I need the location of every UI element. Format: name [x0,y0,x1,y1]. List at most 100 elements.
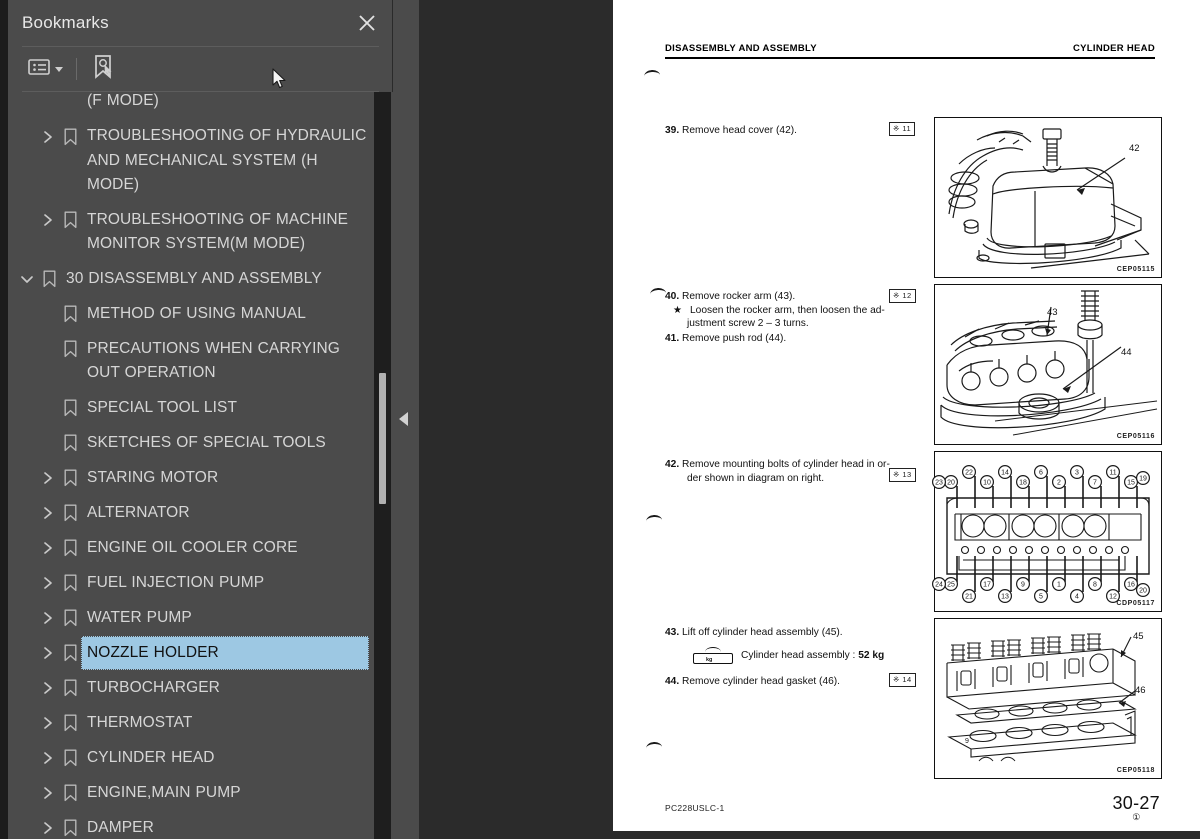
figure-head-cover-drawing [948,128,1150,269]
bookmark-icon [59,297,81,332]
scan-artifact-mark [645,514,663,523]
chevron-right-icon[interactable] [37,811,59,839]
chevron-right-icon[interactable] [37,601,59,636]
bookmark-item-label: CYLINDER HEAD [87,748,215,766]
bookmark-item[interactable]: NOZZLE HOLDER [8,635,375,671]
bookmark-item[interactable]: ENGINE,MAIN PUMP [8,776,375,811]
step-number: 40. [665,291,680,302]
step-number: 43. [665,627,680,638]
bookmark-icon [59,203,81,238]
bookmarks-scrollbar-thumb[interactable] [379,373,386,504]
step-number: 41. [665,332,680,344]
bookmark-item-label: NOZZLE HOLDER [81,635,369,670]
figure-label-45: 45 [1133,631,1144,642]
svg-text:9: 9 [965,738,969,745]
bookmark-item[interactable]: ALTERNATOR [8,496,375,531]
bookmark-item[interactable]: WATER PUMP [8,601,375,636]
chevron-right-icon[interactable] [37,566,59,601]
bookmark-item[interactable]: CYLINDER HEAD [8,741,375,776]
bookmark-icon [59,671,81,706]
bookmark-item-label: FUEL INJECTION PUMP [87,573,265,591]
bookmark-item[interactable]: STARING MOTOR [8,461,375,496]
figure-label-44: 44 [1121,347,1132,358]
weight-value: 52 kg [858,649,885,661]
chevron-right-icon[interactable] [37,671,59,706]
figure-caption: CEP05118 [1116,767,1155,774]
new-bookmark-button[interactable] [88,54,120,84]
bolt-order-number: 11 [1109,470,1116,477]
bookmark-item[interactable]: METHOD OF USING MANUAL [8,297,375,332]
bookmark-icon [59,601,81,636]
bookmark-item-label: 30 DISASSEMBLY AND ASSEMBLY [66,269,322,287]
bolt-order-number: 9 [1021,582,1025,589]
figure-label-43: 43 [1047,307,1058,318]
bookmark-item-label: DAMPER [87,818,154,836]
step-number: 42. [665,459,680,470]
bookmarks-scrollbar[interactable] [374,92,391,839]
bolt-order-number: 8 [1093,582,1097,589]
header-section-title: DISASSEMBLY AND ASSEMBLY [665,43,817,54]
weight-callout: kg Cylinder head assembly : 52 kg [665,646,945,664]
bolt-order-number: 1 [1057,582,1061,589]
bookmark-item-label: TROUBLESHOOTING OF HYDRAULIC AND MECHANI… [87,127,367,193]
bookmark-item[interactable]: FUEL INJECTION PUMP [8,566,375,601]
panel-title: Bookmarks [22,13,109,32]
step-text: Remove rocker arm (43). [682,291,796,302]
close-icon[interactable] [353,9,381,37]
bookmark-item[interactable]: TROUBLESHOOTING OF MACHINE MONITOR SYSTE… [8,203,375,262]
chevron-right-icon[interactable] [37,776,59,811]
bookmark-item[interactable]: SPECIAL TOOL LIST [8,391,375,426]
figure-bolt-order-drawing: 2022101418623711151923 25211713951481216… [931,465,1151,604]
chevron-right-icon[interactable] [37,531,59,566]
bolt-order-number: 16 [1127,582,1135,589]
step-text: Remove cylinder head gasket (46). [682,675,841,687]
chevron-right-icon[interactable] [37,706,59,741]
bolt-order-number: 5 [1039,594,1043,601]
bookmark-item[interactable]: TURBOCHARGER [8,671,375,706]
note-text-line2: justment screw 2 – 3 turns. [687,318,809,329]
bookmark-icon [59,811,81,839]
page-bottom-shadow [613,831,1200,839]
lifting-weight-icon: kg [693,646,733,664]
collapse-panel-arrow-icon[interactable] [399,412,408,426]
bookmark-item[interactable]: TROUBLESHOOTING OF HYDRAULIC AND MECHANI… [8,119,375,203]
step-text: Remove push rod (44). [682,332,787,344]
pdf-viewer-window: Bookmarks (F MODE) TROUBLESHOOTING OF HY… [0,0,1200,839]
chevron-down-icon[interactable] [16,262,38,297]
chevron-right-icon[interactable] [37,741,59,776]
bookmark-item[interactable]: 30 DISASSEMBLY AND ASSEMBLY [8,262,375,297]
bookmark-icon [59,776,81,811]
bookmark-item[interactable]: PRECAUTIONS WHEN CARRYING OUT OPERATION [8,332,375,391]
chevron-right-icon[interactable] [37,461,59,496]
chevron-right-icon[interactable] [37,203,59,238]
bolt-order-number: 3 [1075,470,1079,477]
bookmark-item-label: PRECAUTIONS WHEN CARRYING OUT OPERATION [87,339,340,382]
document-view[interactable]: DISASSEMBLY AND ASSEMBLY CYLINDER HEAD 3… [613,0,1200,839]
bookmark-item[interactable]: ENGINE OIL COOLER CORE [8,531,375,566]
figure-head-assembly: 9 45 46 CEP05118 [934,618,1162,779]
step-40-reference: ※ 12 [889,289,916,303]
bookmark-item-label: ENGINE OIL COOLER CORE [87,538,298,556]
bookmark-item[interactable]: THERMOSTAT [8,706,375,741]
chevron-right-icon[interactable] [37,119,59,154]
bookmark-item[interactable]: SKETCHES OF SPECIAL TOOLS [8,426,375,461]
bookmark-item[interactable]: DAMPER [8,811,375,839]
bookmarks-tree[interactable]: (F MODE) TROUBLESHOOTING OF HYDRAULIC AND… [8,92,375,839]
chevron-right-icon[interactable] [37,496,59,531]
figure-head-cover: 42 CEP05115 [934,117,1162,278]
panel-gutter [393,0,613,839]
note-bullet-icon: ★ [673,304,683,316]
bolt-order-number: 18 [1019,480,1027,487]
bolt-order-number: 14 [1001,470,1009,477]
bookmark-options-button[interactable] [24,54,67,84]
note-text-line1: Loosen the rocker arm, then loosen the a… [689,304,885,316]
bookmark-item-label: METHOD OF USING MANUAL [87,304,306,322]
bolt-order-number: 23 [935,480,943,487]
chevron-right-icon[interactable] [37,636,59,671]
bookmark-item[interactable]: (F MODE) [8,92,375,119]
step-number: 44. [665,675,680,687]
bookmark-item-label: THERMOSTAT [87,713,193,731]
bolt-order-number: 13 [1001,594,1009,601]
